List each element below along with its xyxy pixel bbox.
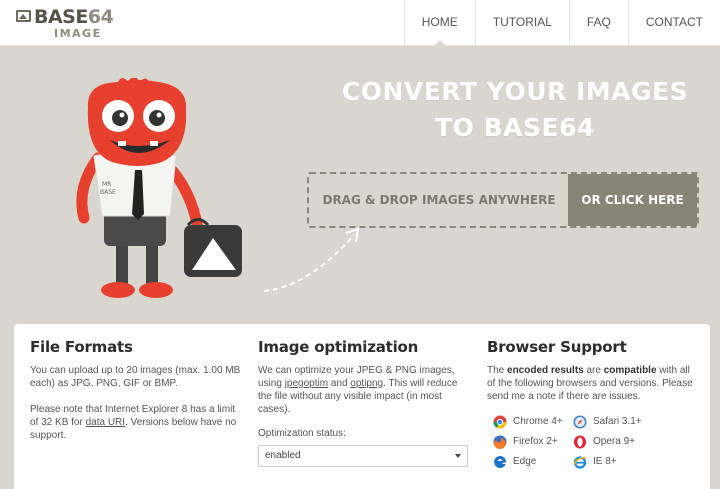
file-formats-section: File Formats You can upload up to 20 ima… <box>30 338 242 442</box>
mascot-badge-line1: MR <box>102 181 111 188</box>
optimization-status-label: Optimization status: <box>258 428 346 439</box>
hero-title-line1: CONVERT YOUR IMAGES <box>341 77 689 106</box>
browser-support-title: Browser Support <box>487 338 627 356</box>
optimization-text: We can optimize your JPEG & PNG images, … <box>258 365 458 415</box>
logo-title: BASE64 <box>34 6 114 28</box>
browser-list: Chrome 4+ Safari 3.1+ Firefox 2+ Opera 9… <box>487 414 699 469</box>
data-uri-link[interactable]: data URI <box>86 417 125 428</box>
browser-support-section: Browser Support The encoded results are … <box>487 338 699 469</box>
opera-icon <box>574 435 586 448</box>
hero-title: CONVERT YOUR IMAGES TO BASE64 <box>320 74 710 146</box>
mascot-badge-line2: BASE <box>100 189 116 196</box>
safari-icon <box>573 415 587 428</box>
firefox-icon <box>493 435 507 449</box>
browser-item-chrome: Chrome 4+ <box>493 414 573 429</box>
nav-tutorial[interactable]: TUTORIAL <box>474 0 569 46</box>
browser-item-edge: Edge <box>493 454 573 469</box>
browser-item-safari: Safari 3.1+ <box>573 414 663 429</box>
edge-icon <box>494 455 507 468</box>
mascot-left-shoe <box>101 282 135 298</box>
optipng-link[interactable]: optipng <box>350 378 383 389</box>
hero-title-line2: TO BASE64 <box>435 113 595 142</box>
optimization-status-value: enabled <box>265 450 301 461</box>
browser-item-opera: Opera 9+ <box>573 434 663 449</box>
optimization-status-select[interactable]: enabled <box>258 445 468 467</box>
dashed-arrow-icon <box>263 227 360 292</box>
info-panel: File Formats You can upload up to 20 ima… <box>14 324 710 489</box>
mascot-right-pupil <box>149 110 165 126</box>
image-icon <box>16 10 31 22</box>
file-formats-text: You can upload up to 20 images (max. 1.0… <box>30 365 241 389</box>
jpegoptim-link[interactable]: jpegoptim <box>285 378 328 389</box>
optimization-section: Image optimization We can optimize your … <box>258 338 470 467</box>
logo-subtitle: IMAGE <box>54 27 102 40</box>
nav-faq[interactable]: FAQ <box>568 0 628 46</box>
main-nav: HOME TUTORIAL FAQ CONTACT <box>403 0 720 47</box>
logo[interactable]: BASE64 IMAGE <box>16 6 116 40</box>
browser-support-text: The encoded results are compatible with … <box>487 365 693 402</box>
mascot-left-pupil <box>112 110 128 126</box>
ie8-note: Please note that Internet Explorer 8 has… <box>30 404 237 441</box>
click-to-upload-button[interactable]: OR CLICK HERE <box>568 174 697 226</box>
dropzone-text: DRAG & DROP IMAGES ANYWHERE <box>322 193 556 207</box>
browser-item-ie: IE 8+ <box>573 454 663 469</box>
optimization-title: Image optimization <box>258 338 419 356</box>
ie-icon <box>573 455 587 469</box>
nav-home[interactable]: HOME <box>403 0 475 47</box>
chrome-icon <box>493 415 507 428</box>
upload-dropzone[interactable]: DRAG & DROP IMAGES ANYWHERE OR CLICK HER… <box>307 172 699 228</box>
site-header: BASE64 IMAGE HOME TUTORIAL FAQ CONTACT <box>0 0 720 47</box>
mascot-right-shoe <box>139 282 173 298</box>
nav-contact[interactable]: CONTACT <box>627 0 720 46</box>
browser-item-firefox: Firefox 2+ <box>493 434 573 449</box>
mascot-illustration: MR BASE <box>76 78 242 298</box>
dropdown-caret-icon <box>455 454 461 458</box>
file-formats-title: File Formats <box>30 338 133 356</box>
